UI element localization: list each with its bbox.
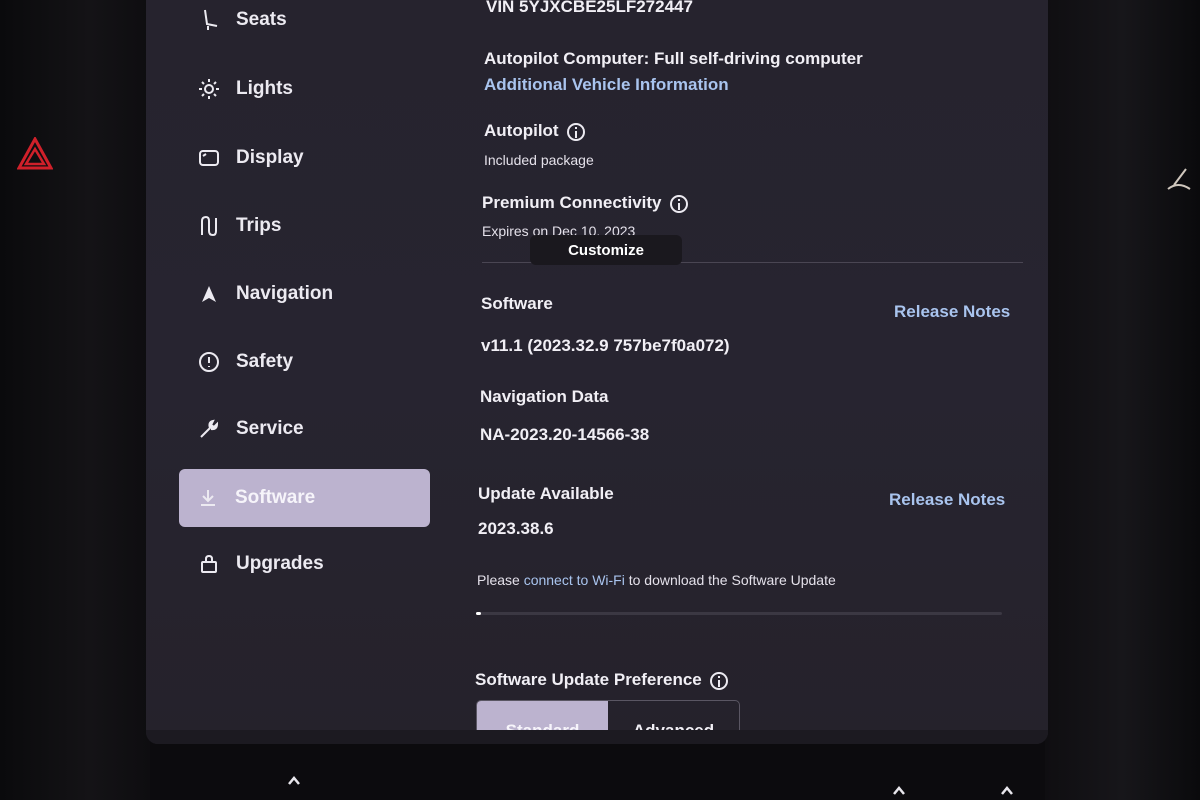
- trips-icon: [196, 213, 222, 239]
- sidebar-item-label: Service: [236, 418, 304, 439]
- navigation-data-value: NA-2023.20-14566-38: [480, 425, 650, 444]
- sun-icon: [196, 76, 222, 102]
- update-preference-label-text: Software Update Preference: [475, 670, 702, 689]
- autopilot-value: Included package: [484, 152, 594, 168]
- autopilot-label: Autopilot: [484, 121, 585, 141]
- sidebar-item-service[interactable]: Service: [180, 400, 430, 458]
- sidebar-item-trips[interactable]: Trips: [180, 197, 430, 255]
- settings-sidebar: Seats Lights Display Trips Navigation Sa…: [146, 0, 446, 744]
- sidebar-item-label: Trips: [236, 215, 282, 236]
- sidebar-item-lights[interactable]: Lights: [180, 60, 430, 118]
- wifi-prompt-prefix: Please: [477, 572, 520, 588]
- sidebar-item-label: Upgrades: [236, 553, 324, 574]
- customize-tooltip[interactable]: Customize: [530, 235, 682, 265]
- sidebar-item-label: Software: [235, 487, 316, 508]
- info-icon[interactable]: [566, 122, 585, 141]
- software-label: Software: [481, 294, 553, 313]
- sidebar-item-label: Display: [236, 147, 304, 168]
- sidebar-item-upgrades[interactable]: Upgrades: [180, 535, 430, 593]
- sidebar-item-label: Safety: [236, 351, 294, 372]
- autopilot-computer-text: Autopilot Computer: Full self-driving co…: [484, 49, 863, 68]
- navigation-data-label: Navigation Data: [480, 387, 609, 406]
- sidebar-item-label: Lights: [236, 78, 293, 99]
- connect-wifi-link[interactable]: connect to Wi-Fi: [524, 572, 625, 588]
- sidebar-item-navigation[interactable]: Navigation: [180, 265, 430, 323]
- download-progress-bar: [476, 612, 1002, 615]
- info-icon[interactable]: [669, 194, 688, 213]
- software-settings-panel: VIN 5YJXCBE25LF272447 Autopilot Computer…: [475, 0, 1036, 744]
- download-progress-fill: [476, 612, 482, 615]
- wrench-icon: [196, 416, 222, 442]
- autopilot-label-text: Autopilot: [484, 121, 559, 140]
- chevron-up-icon[interactable]: [1000, 784, 1014, 798]
- preference-option-advanced[interactable]: Advanced: [608, 701, 739, 744]
- update-release-notes-link[interactable]: Release Notes: [889, 490, 1005, 510]
- chevron-up-icon[interactable]: [287, 774, 301, 788]
- info-icon[interactable]: [709, 671, 728, 690]
- sidebar-item-label: Seats: [236, 9, 287, 30]
- bag-icon: [196, 551, 222, 577]
- car-dashboard-left: [0, 0, 150, 800]
- update-version: 2023.38.6: [478, 519, 554, 538]
- download-icon: [195, 485, 221, 511]
- hazard-warning-icon[interactable]: [17, 137, 53, 171]
- navigation-arrow-icon: [196, 281, 222, 307]
- sidebar-item-software[interactable]: Software: [179, 469, 430, 527]
- seat-icon: [196, 7, 222, 33]
- alert-circle-icon: [196, 349, 222, 375]
- vin-text: VIN 5YJXCBE25LF272447: [486, 0, 693, 16]
- update-available-label: Update Available: [478, 484, 614, 503]
- display-icon: [196, 145, 222, 171]
- sidebar-item-seats[interactable]: Seats: [180, 0, 430, 49]
- additional-vehicle-info-link[interactable]: Additional Vehicle Information: [484, 75, 729, 95]
- wifi-prompt: Please connect to Wi-Fi to download the …: [477, 572, 836, 588]
- wifi-prompt-suffix: to download the Software Update: [628, 572, 836, 588]
- chevron-up-icon[interactable]: [892, 784, 906, 798]
- sidebar-item-safety[interactable]: Safety: [180, 333, 430, 391]
- software-version: v11.1 (2023.32.9 757be7f0a072): [481, 336, 730, 355]
- release-notes-link[interactable]: Release Notes: [894, 302, 1010, 322]
- air-vent-icon: [1167, 168, 1191, 190]
- preference-option-standard[interactable]: Standard: [477, 701, 608, 744]
- premium-connectivity-label: Premium Connectivity: [482, 193, 688, 213]
- sidebar-item-label: Navigation: [236, 283, 334, 304]
- update-preference-label: Software Update Preference: [475, 670, 728, 690]
- car-dashboard-right: [1045, 0, 1200, 800]
- sidebar-item-display[interactable]: Display: [180, 129, 430, 187]
- premium-connectivity-label-text: Premium Connectivity: [482, 193, 662, 212]
- update-preference-toggle[interactable]: Standard Advanced: [476, 700, 740, 744]
- touchscreen: Seats Lights Display Trips Navigation Sa…: [146, 0, 1048, 744]
